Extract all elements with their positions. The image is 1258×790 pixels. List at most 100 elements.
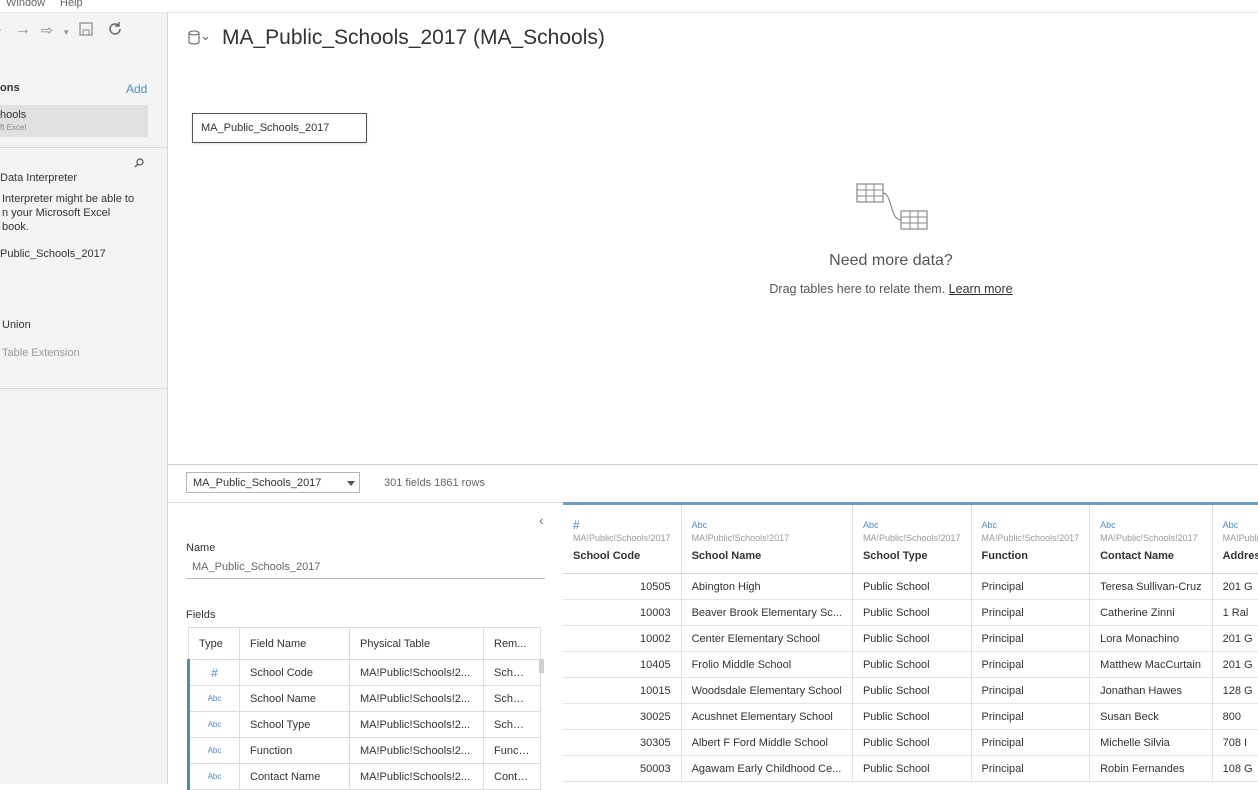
grid-cell[interactable]: Matthew MacCurtain — [1089, 651, 1213, 678]
grid-cell[interactable]: Principal — [971, 651, 1091, 678]
forward-arrow-icon[interactable]: → — [15, 22, 31, 38]
grid-row[interactable]: 10015 Woodsdale Elementary School Public S… — [563, 677, 1258, 704]
add-connection-link[interactable]: Add — [126, 82, 147, 96]
grid-cell[interactable]: Public School — [852, 625, 972, 652]
grid-row[interactable]: 50003 Agawam Early Childhood Ce... Public … — [563, 755, 1258, 782]
grid-cell[interactable]: Principal — [971, 729, 1091, 756]
field-name[interactable]: School Code — [239, 659, 350, 686]
grid-cell[interactable]: 201 G — [1212, 651, 1258, 678]
table-chip[interactable]: MA_Public_Schools_2017 — [192, 113, 367, 143]
back-arrow-icon[interactable]: - — [0, 22, 1, 38]
string-type-icon[interactable]: Abc — [982, 519, 1080, 531]
grid-cell[interactable]: Albert F Ford Middle School — [681, 729, 853, 756]
grid-column-header[interactable]: Abc MA!Public!Schools!2017 Address 1 — [1212, 505, 1258, 574]
grid-cell[interactable]: Susan Beck — [1089, 703, 1213, 730]
grid-cell[interactable]: 10015 — [563, 677, 682, 704]
grid-cell[interactable]: 10405 — [563, 651, 682, 678]
field-remote-name[interactable]: Conta... — [483, 763, 541, 790]
grid-cell[interactable]: Teresa Sullivan-Cruz — [1089, 573, 1213, 600]
grid-cell[interactable]: 108 G — [1212, 755, 1258, 782]
grid-cell[interactable]: Beaver Brook Elementary Sc... — [681, 599, 853, 626]
string-type-icon[interactable]: Abc — [863, 519, 961, 531]
string-type-icon[interactable]: Abc — [1100, 519, 1201, 531]
grid-cell[interactable]: 30305 — [563, 729, 682, 756]
grid-cell[interactable]: 201 G — [1212, 573, 1258, 600]
grid-cell[interactable]: 50003 — [563, 755, 682, 782]
field-name[interactable]: School Name — [239, 685, 350, 712]
fields-row[interactable]: # School Code MA!Public!Schools!2... Schoo.… — [187, 659, 541, 686]
fields-header-physical-table[interactable]: Physical Table — [349, 627, 484, 660]
data-interpreter-option[interactable]: Data Interpreter — [0, 172, 77, 184]
sheet-item[interactable]: Public_Schools_2017 — [0, 248, 106, 260]
field-remote-name[interactable]: Functi... — [483, 737, 541, 764]
grid-cell[interactable]: Agawam Early Childhood Ce... — [681, 755, 853, 782]
column-name[interactable]: School Name — [692, 550, 842, 562]
grid-cell[interactable]: Woodsdale Elementary School — [681, 677, 853, 704]
grid-cell[interactable]: 128 G — [1212, 677, 1258, 704]
field-physical-table[interactable]: MA!Public!Schools!2... — [349, 763, 484, 790]
field-remote-name[interactable]: Schoo... — [483, 711, 541, 738]
save-icon[interactable] — [79, 22, 93, 40]
menu-help[interactable]: Help — [60, 0, 83, 9]
grid-cell[interactable]: Lora Monachino — [1089, 625, 1213, 652]
fields-header-field-name[interactable]: Field Name — [239, 627, 350, 660]
new-union-item[interactable]: Union — [2, 319, 31, 331]
grid-cell[interactable]: Principal — [971, 573, 1091, 600]
fields-row[interactable]: Abc Contact Name MA!Public!Schools!2... Con… — [187, 763, 541, 790]
grid-row[interactable]: 10505 Abington High Public School Principal… — [563, 573, 1258, 600]
column-name[interactable]: School Type — [863, 550, 961, 562]
field-physical-table[interactable]: MA!Public!Schools!2... — [349, 685, 484, 712]
grid-column-header[interactable]: Abc MA!Public!Schools!2017 Function — [971, 505, 1091, 574]
grid-row[interactable]: 10002 Center Elementary School Public Scho… — [563, 625, 1258, 652]
grid-cell[interactable]: Principal — [971, 677, 1091, 704]
refresh-icon[interactable] — [107, 21, 123, 41]
grid-cell[interactable]: Robin Fernandes — [1089, 755, 1213, 782]
redo-icon[interactable]: ⇨ — [41, 22, 53, 38]
grid-column-header[interactable]: Abc MA!Public!Schools!2017 School Name — [681, 505, 853, 574]
search-icon[interactable] — [134, 157, 144, 171]
datasource-title[interactable]: MA_Public_Schools_2017 (MA_Schools) — [222, 26, 605, 50]
grid-cell[interactable]: Public School — [852, 729, 972, 756]
field-name[interactable]: Contact Name — [239, 763, 350, 790]
fields-header-remote[interactable]: Rem... — [483, 627, 541, 660]
grid-row[interactable]: 30025 Acushnet Elementary School Public Sc… — [563, 703, 1258, 730]
field-remote-name[interactable]: Schoo... — [483, 659, 541, 686]
fields-scrollbar[interactable] — [539, 659, 544, 673]
grid-column-header[interactable]: Abc MA!Public!Schools!2017 School Type — [852, 505, 972, 574]
grid-cell[interactable]: 10002 — [563, 625, 682, 652]
grid-cell[interactable]: Abington High — [681, 573, 853, 600]
menu-window[interactable]: Window — [6, 0, 45, 9]
column-name[interactable]: Function — [982, 550, 1080, 562]
grid-cell[interactable]: Principal — [971, 625, 1091, 652]
grid-row[interactable]: 30305 Albert F Ford Middle School Public S… — [563, 729, 1258, 756]
grid-cell[interactable]: 10505 — [563, 573, 682, 600]
grid-cell[interactable]: 800 — [1212, 703, 1258, 730]
grid-cell[interactable]: 708 I — [1212, 729, 1258, 756]
string-type-icon[interactable]: Abc — [1223, 519, 1258, 531]
grid-cell[interactable]: Public School — [852, 599, 972, 626]
grid-cell[interactable]: Acushnet Elementary School — [681, 703, 853, 730]
field-physical-table[interactable]: MA!Public!Schools!2... — [349, 659, 484, 686]
field-remote-name[interactable]: Schoo... — [483, 685, 541, 712]
field-name[interactable]: Function — [239, 737, 350, 764]
grid-cell[interactable]: 201 G — [1212, 625, 1258, 652]
number-type-icon[interactable]: # — [573, 519, 671, 531]
grid-cell[interactable]: 10003 — [563, 599, 682, 626]
grid-cell[interactable]: Center Elementary School — [681, 625, 853, 652]
grid-cell[interactable]: Public School — [852, 703, 972, 730]
grid-cell[interactable]: Public School — [852, 573, 972, 600]
grid-row[interactable]: 10405 Frolio Middle School Public School Pr… — [563, 651, 1258, 678]
grid-cell[interactable]: Frolio Middle School — [681, 651, 853, 678]
table-name-field[interactable]: MA_Public_Schools_2017 — [186, 560, 545, 579]
grid-column-header[interactable]: Abc MA!Public!Schools!2017 Contact Name — [1089, 505, 1213, 574]
table-selector-dropdown[interactable]: MA_Public_Schools_2017 — [186, 472, 360, 493]
datasource-icon[interactable] — [187, 30, 211, 49]
collapse-chevron-icon[interactable]: ‹ — [539, 512, 544, 528]
field-physical-table[interactable]: MA!Public!Schools!2... — [349, 711, 484, 738]
grid-cell[interactable]: Principal — [971, 755, 1091, 782]
grid-cell[interactable]: Catherine Zinni — [1089, 599, 1213, 626]
column-name[interactable]: Contact Name — [1100, 550, 1201, 562]
fields-header-type[interactable]: Type — [188, 627, 240, 660]
grid-cell[interactable]: Public School — [852, 677, 972, 704]
panel-splitter[interactable] — [168, 464, 1258, 465]
